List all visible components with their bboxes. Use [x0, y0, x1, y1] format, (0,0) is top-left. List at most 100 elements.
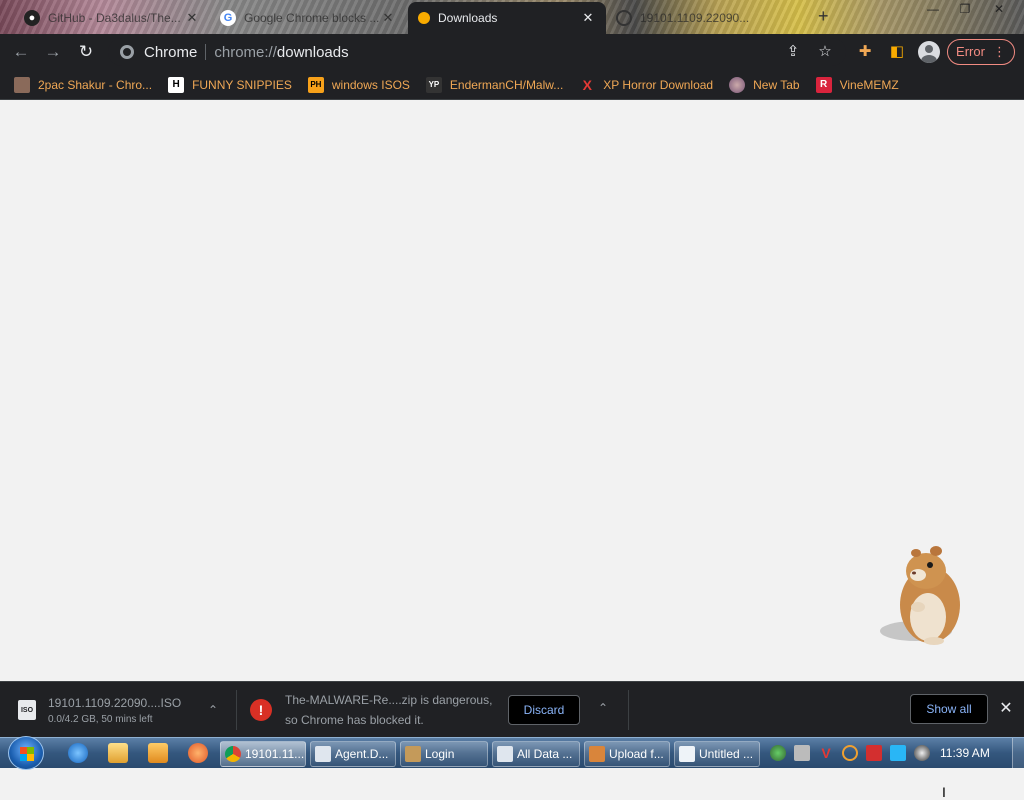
tray-app-icon[interactable]: [794, 745, 810, 761]
tab-iso-download[interactable]: 19101.1109.22090...: [606, 2, 806, 34]
start-button[interactable]: [8, 736, 44, 770]
tray-v-icon[interactable]: V: [818, 745, 834, 761]
folder-icon[interactable]: [108, 743, 128, 763]
task-label: Login: [425, 747, 455, 761]
notepad-icon: [679, 746, 695, 762]
bookmark-new-tab[interactable]: New Tab: [729, 76, 800, 93]
media-player-icon[interactable]: [148, 743, 168, 763]
globe-icon: [729, 76, 746, 93]
task-label: Untitled ...: [699, 747, 754, 761]
bookmarks-bar: 2pac Shakur - Chro... H FUNNY SNIPPIES P…: [0, 70, 1024, 100]
tray-display-icon[interactable]: [890, 745, 906, 761]
tab-strip: ● GitHub - Da3dalus/The... ✕ G Google Ch…: [0, 0, 1024, 34]
taskbar-item-chrome[interactable]: 19101.11...: [220, 741, 306, 767]
text-cursor-icon: I: [942, 784, 946, 800]
bookmark-endermanch[interactable]: YP EndermanCH/Malw...: [425, 76, 564, 93]
tab-github[interactable]: ● GitHub - Da3dalus/The... ✕: [14, 2, 210, 34]
discard-button[interactable]: Discard: [508, 695, 580, 725]
app-icon[interactable]: [188, 743, 208, 763]
bookmark-label: XP Horror Download: [603, 77, 714, 92]
omnibox-separator: [205, 44, 207, 60]
tray-search-icon[interactable]: [842, 745, 858, 761]
bookmark-xp-horror[interactable]: X XP Horror Download: [579, 76, 714, 93]
tray-flag-icon[interactable]: [866, 745, 882, 761]
share-icon[interactable]: ⇪: [781, 38, 805, 66]
close-shelf-icon[interactable]: ✕: [996, 698, 1016, 718]
close-icon[interactable]: ✕: [184, 10, 200, 26]
hamster-mascot-image: [880, 546, 960, 645]
error-label: Error: [956, 44, 985, 59]
chevron-up-icon[interactable]: ⌃: [598, 701, 608, 715]
address-bar[interactable]: Chrome chrome://downloads: [108, 38, 846, 66]
loading-icon: [616, 10, 632, 26]
picture-icon: [14, 76, 30, 93]
taskbar-item-upload[interactable]: Upload f...: [584, 741, 670, 767]
show-desktop-button[interactable]: [1012, 738, 1024, 769]
login-icon: [405, 746, 421, 762]
chrome-icon: [120, 45, 134, 59]
chrome-icon: [225, 746, 241, 762]
forward-arrow-icon[interactable]: →: [40, 40, 66, 64]
restore-icon[interactable]: ❐: [950, 0, 980, 18]
shelf-divider: [628, 690, 629, 730]
github-icon: ●: [24, 10, 40, 26]
download-item-iso[interactable]: ISO 19101.1109.22090....ISO 0.0/4.2 GB, …: [18, 682, 228, 738]
tray-volume-icon[interactable]: [914, 745, 930, 761]
bookmark-label: EndermanCH/Malw...: [449, 77, 564, 92]
minimize-icon[interactable]: —: [918, 0, 948, 18]
taskbar-item-login[interactable]: Login: [400, 741, 488, 767]
ph-icon: PH: [307, 76, 324, 93]
window-close-icon[interactable]: ✕: [984, 0, 1014, 18]
system-clock[interactable]: 11:39 AM: [940, 738, 990, 769]
profile-avatar[interactable]: [918, 41, 940, 63]
bookmark-label: VineMEMZ: [839, 77, 899, 92]
windows-taskbar: 19101.11... Agent.D... Login All Data ..…: [0, 736, 1024, 770]
bookmark-2pac[interactable]: 2pac Shakur - Chro...: [14, 76, 152, 93]
bookmark-star-icon[interactable]: ☆: [813, 38, 837, 66]
task-label: All Data ...: [517, 747, 573, 761]
tab-title: Downloads: [438, 11, 498, 25]
chevron-up-icon[interactable]: ⌃: [208, 703, 218, 717]
bookmark-funny-snippies[interactable]: H FUNNY SNIPPIES: [168, 76, 292, 93]
bookmark-windows-isos[interactable]: PH windows ISOS: [307, 76, 410, 93]
tab-downloads[interactable]: Downloads ✕: [408, 2, 606, 34]
r-icon: R: [815, 76, 832, 93]
yp-icon: YP: [425, 76, 442, 93]
tray-network-icon[interactable]: [770, 745, 786, 761]
taskbar-item-untitled[interactable]: Untitled ...: [674, 741, 760, 767]
internet-explorer-icon[interactable]: [68, 743, 88, 763]
taskbar-item-agent[interactable]: Agent.D...: [310, 741, 396, 767]
task-label: 19101.11...: [245, 747, 305, 761]
google-icon: G: [220, 10, 236, 26]
close-icon[interactable]: ✕: [580, 10, 596, 26]
download-filename: 19101.1109.22090....ISO: [48, 695, 182, 710]
h-icon: H: [168, 76, 185, 93]
error-menu-button[interactable]: Error ⋮: [947, 39, 1015, 65]
new-tab-button[interactable]: +: [818, 6, 829, 27]
toolbar: ← → ↻ Chrome chrome://downloads ⇪ ☆ ✚ ◧ …: [0, 34, 1024, 70]
side-panel-icon[interactable]: ◧: [885, 38, 909, 66]
downloads-icon: [418, 12, 430, 24]
reload-icon[interactable]: ↻: [73, 40, 99, 64]
upload-icon: [589, 746, 605, 762]
task-label: Agent.D...: [335, 747, 389, 761]
back-arrow-icon[interactable]: ←: [8, 40, 34, 64]
iso-file-icon: ISO: [18, 700, 36, 720]
shelf-divider: [236, 690, 237, 730]
download-warning-line1: The-MALWARE-Re....zip is dangerous,: [285, 693, 493, 707]
bookmark-label: windows ISOS: [331, 77, 410, 92]
close-icon[interactable]: ✕: [380, 10, 396, 26]
taskbar-item-all-data[interactable]: All Data ...: [492, 741, 580, 767]
tab-google[interactable]: G Google Chrome blocks ... ✕: [210, 2, 406, 34]
bookmark-vinememz[interactable]: R VineMEMZ: [815, 76, 899, 93]
download-status: 0.0/4.2 GB, 50 mins left: [48, 713, 153, 725]
window-icon: [497, 746, 513, 762]
omnibox-chrome-label: Chrome: [144, 43, 198, 61]
tab-title: GitHub - Da3dalus/The...: [48, 11, 181, 25]
show-all-button[interactable]: Show all: [910, 694, 988, 724]
bookmark-label: New Tab: [753, 77, 800, 92]
download-warning-line2: so Chrome has blocked it.: [285, 713, 424, 727]
extensions-puzzle-icon[interactable]: ✚: [853, 38, 877, 66]
tab-title: Google Chrome blocks ...: [244, 11, 380, 25]
x-icon: X: [582, 76, 592, 93]
